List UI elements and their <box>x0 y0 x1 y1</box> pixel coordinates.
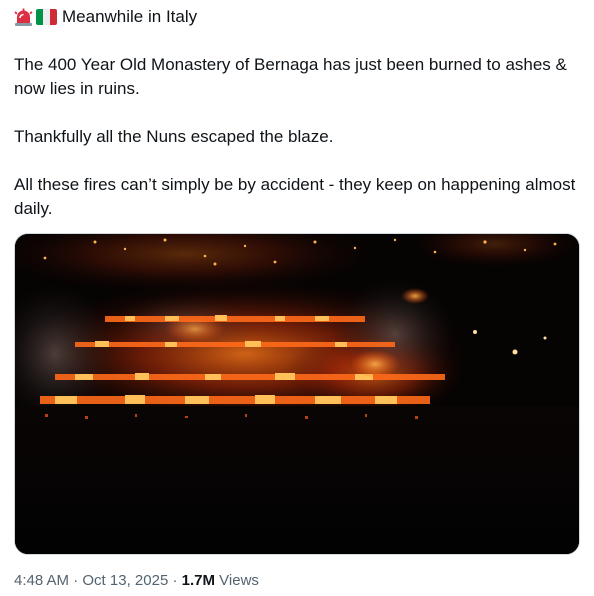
tweet-media-video[interactable] <box>14 233 580 555</box>
tweet-paragraph-2: Thankfully all the Nuns escaped the blaz… <box>14 127 334 146</box>
header-text: Meanwhile in Italy <box>62 7 198 26</box>
tweet-header: Meanwhile in Italy <box>14 6 197 28</box>
rotating-light-icon <box>14 8 33 27</box>
italy-flag-icon <box>36 9 57 25</box>
meta-separator: · <box>69 572 83 589</box>
burning-monastery-image <box>15 234 579 554</box>
tweet-paragraph-1: The 400 Year Old Monastery of Bernaga ha… <box>14 55 572 98</box>
tweet-date[interactable]: Oct 13, 2025 <box>82 572 168 589</box>
views-count: 1.7M <box>181 572 215 589</box>
tweet-time[interactable]: 4:48 AM <box>14 572 69 589</box>
meta-separator-2: · <box>168 572 182 589</box>
tweet-paragraph-3: All these fires can’t simply be by accid… <box>14 175 581 218</box>
views-label: Views <box>219 572 259 589</box>
tweet-meta: 4:48 AM · Oct 13, 2025 · 1.7M Views <box>14 571 259 591</box>
